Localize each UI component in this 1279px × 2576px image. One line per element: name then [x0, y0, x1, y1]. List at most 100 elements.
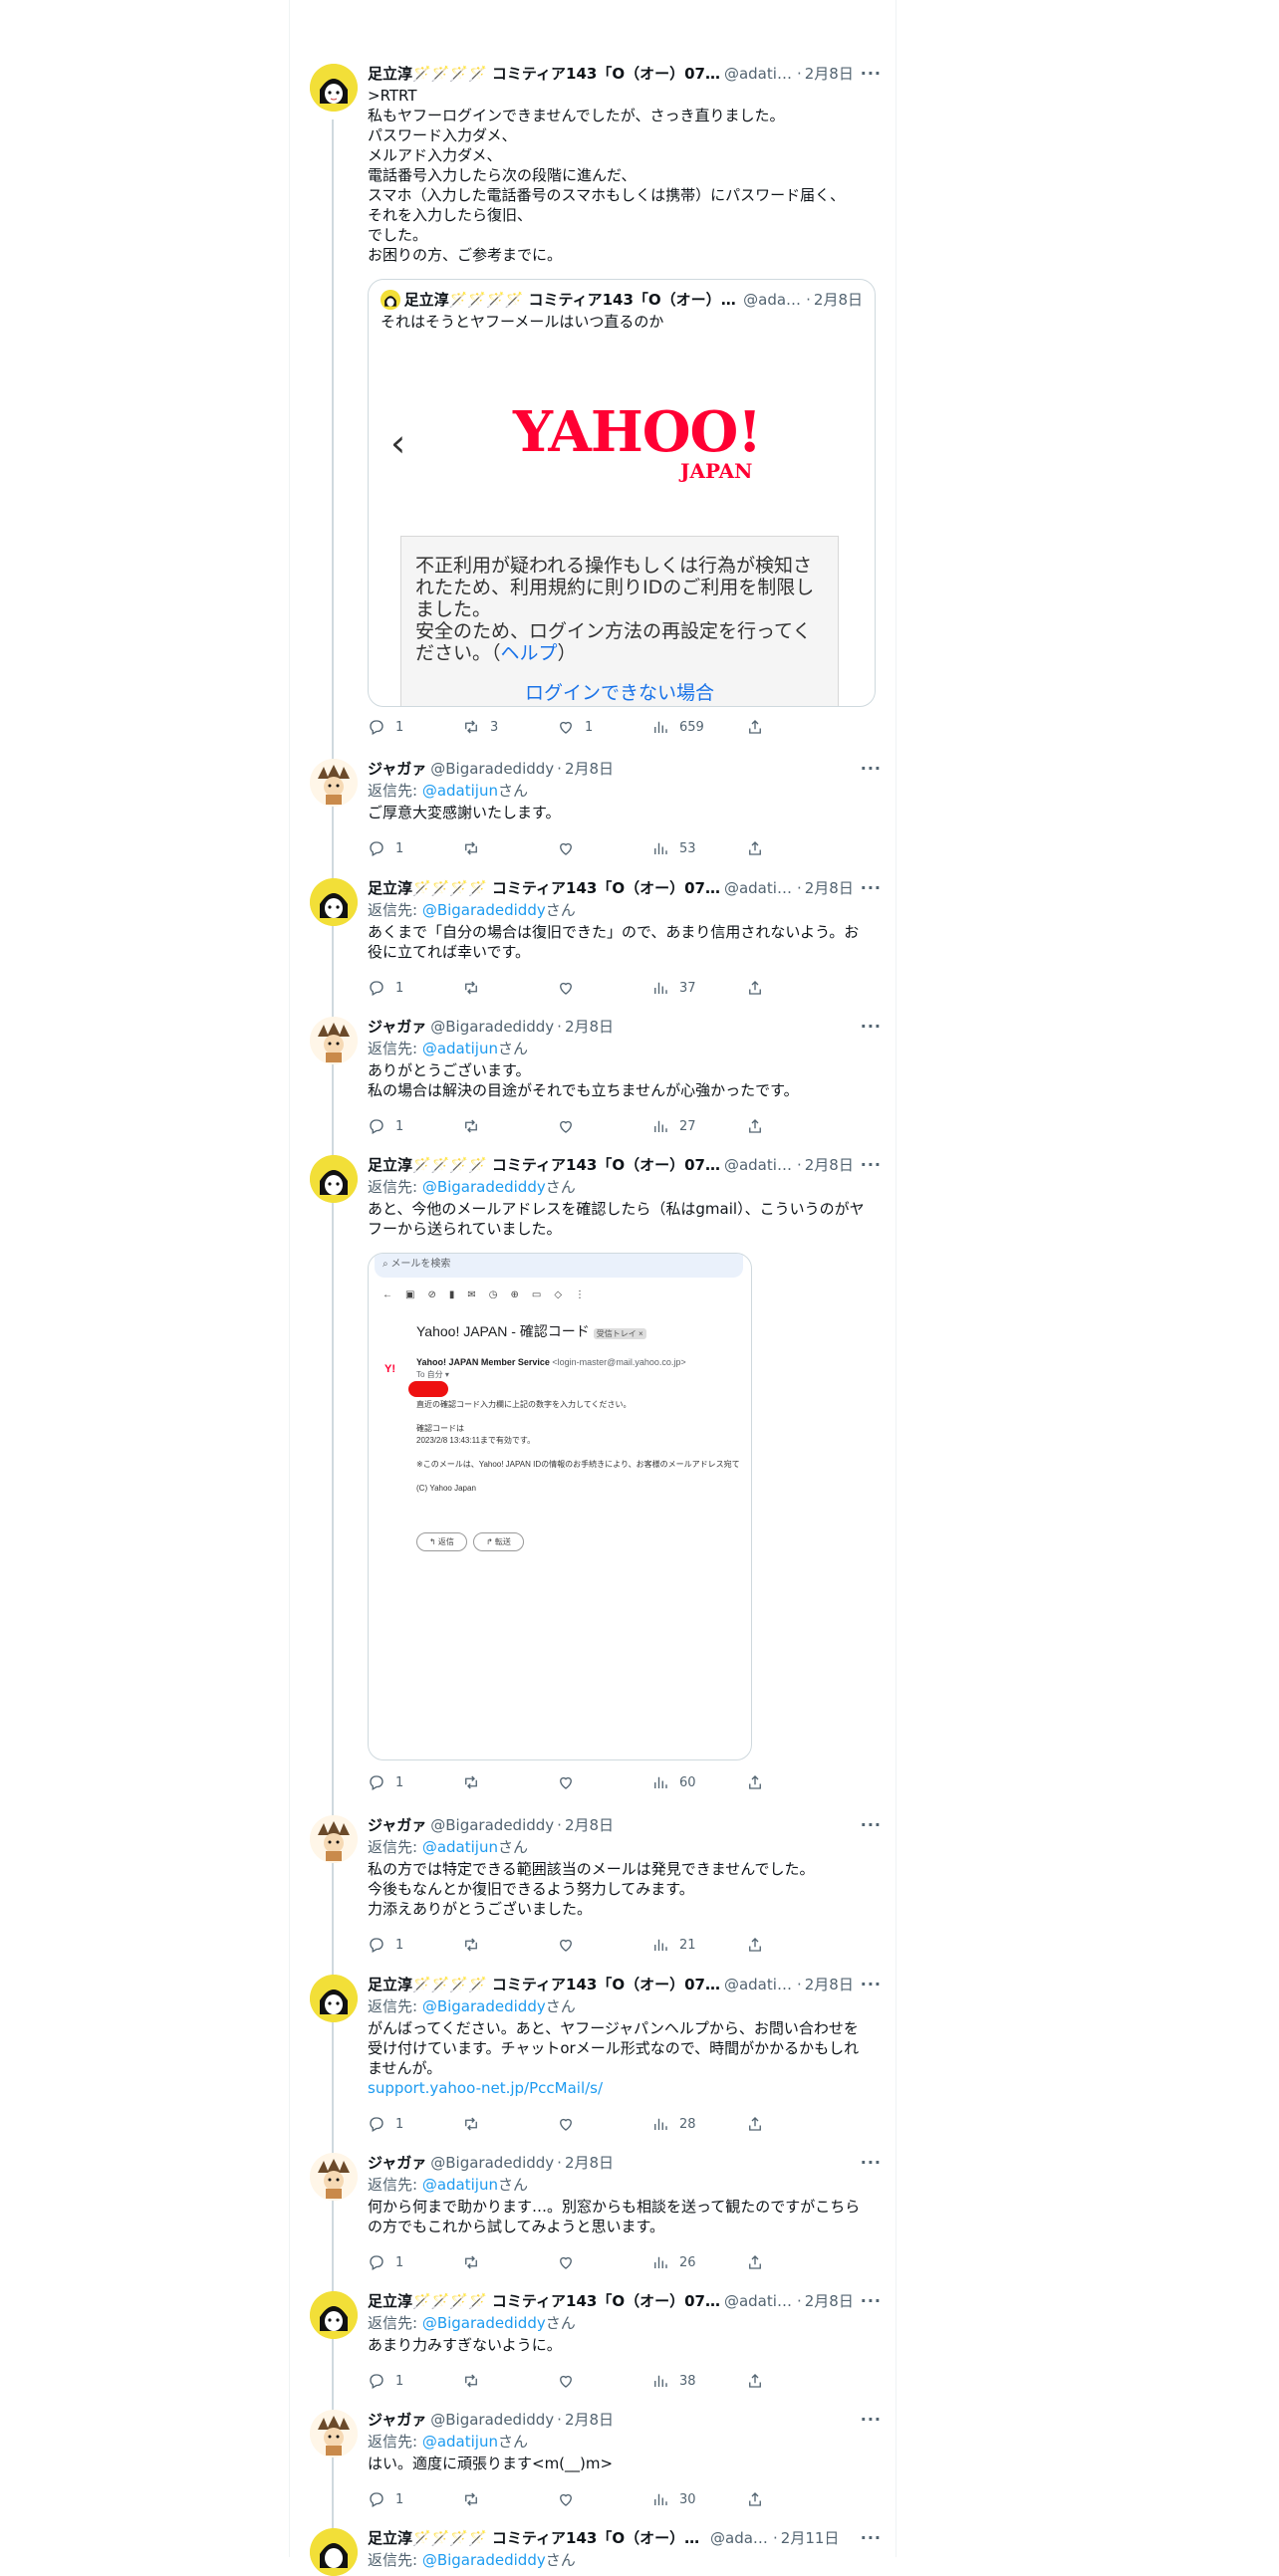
- share-button[interactable]: [746, 2252, 774, 2272]
- views-button[interactable]: 28: [651, 2114, 746, 2134]
- user-handle[interactable]: @Bigaradediddy: [430, 1017, 554, 1037]
- display-name[interactable]: 足立淳🪄🪄🪄🪄 コミティア143「O（オー）07…: [368, 878, 720, 898]
- display-name[interactable]: 足立淳🪄🪄🪄🪄 コミティア143「O（オー）07…: [368, 1975, 720, 1994]
- reply-button[interactable]: 1: [368, 2252, 462, 2272]
- more-icon[interactable]: ···: [861, 64, 882, 83]
- like-button[interactable]: [557, 838, 651, 858]
- tweet-date[interactable]: 2月8日: [805, 64, 854, 84]
- reply-to-mention[interactable]: @adatijun: [422, 1040, 498, 1057]
- tweet-date[interactable]: 2月8日: [565, 759, 614, 779]
- like-button[interactable]: 1: [557, 717, 651, 737]
- display-name[interactable]: ジャガァ: [368, 2153, 426, 2173]
- like-button[interactable]: [557, 978, 651, 998]
- retweet-button[interactable]: [462, 2489, 557, 2509]
- share-button[interactable]: [746, 1935, 774, 1955]
- share-button[interactable]: [746, 2114, 774, 2134]
- display-name[interactable]: ジャガァ: [368, 1815, 426, 1835]
- user-handle[interactable]: @Bigaradediddy: [430, 759, 554, 779]
- views-button[interactable]: 21: [651, 1935, 746, 1955]
- tweet-date[interactable]: 2月8日: [565, 2410, 614, 2430]
- user-handle[interactable]: @adatij…: [724, 878, 794, 898]
- views-button[interactable]: 53: [651, 838, 746, 858]
- tweet-date[interactable]: 2月8日: [805, 1155, 854, 1175]
- avatar[interactable]: [310, 2153, 358, 2201]
- user-handle[interactable]: @adatij…: [724, 1155, 794, 1175]
- like-button[interactable]: [557, 1772, 651, 1792]
- like-button[interactable]: [557, 2371, 651, 2391]
- like-button[interactable]: [557, 1116, 651, 1136]
- display-name[interactable]: ジャガァ: [368, 2410, 426, 2430]
- share-button[interactable]: [746, 978, 774, 998]
- quoted-tweet[interactable]: 足立淳🪄🪄🪄🪄 コミティア143「O（オー）0… @adati… · 2月8日 …: [368, 279, 876, 707]
- display-name[interactable]: ジャガァ: [368, 759, 426, 779]
- more-icon[interactable]: ···: [861, 878, 882, 897]
- views-button[interactable]: 26: [651, 2252, 746, 2272]
- reply-button[interactable]: 1: [368, 1116, 462, 1136]
- retweet-button[interactable]: [462, 2252, 557, 2272]
- reply-to-mention[interactable]: @adatijun: [422, 782, 498, 800]
- retweet-button[interactable]: [462, 838, 557, 858]
- more-icon[interactable]: ···: [861, 1815, 882, 1834]
- tweet-date[interactable]: 2月8日: [805, 2291, 854, 2311]
- views-button[interactable]: 659: [651, 717, 746, 737]
- like-button[interactable]: [557, 2489, 651, 2509]
- more-icon[interactable]: ···: [861, 1975, 882, 1993]
- retweet-button[interactable]: [462, 1116, 557, 1136]
- avatar[interactable]: [310, 759, 358, 807]
- views-button[interactable]: 60: [651, 1772, 746, 1792]
- display-name[interactable]: 足立淳🪄🪄🪄🪄 コミティア143「O（オー）0…: [368, 2528, 706, 2548]
- share-button[interactable]: [746, 2371, 774, 2391]
- avatar[interactable]: [310, 2291, 358, 2339]
- reply-to-mention[interactable]: @Bigaradediddy: [422, 901, 546, 919]
- reply-button[interactable]: 1: [368, 2371, 462, 2391]
- views-button[interactable]: 27: [651, 1116, 746, 1136]
- display-name[interactable]: 足立淳🪄🪄🪄🪄 コミティア143「O（オー）07…: [368, 1155, 720, 1175]
- reply-button[interactable]: 1: [368, 838, 462, 858]
- avatar[interactable]: [310, 1155, 358, 1203]
- tweet-date[interactable]: 2月8日: [565, 1017, 614, 1037]
- reply-to-mention[interactable]: @Bigaradediddy: [422, 2551, 546, 2569]
- more-icon[interactable]: ···: [861, 2410, 882, 2429]
- avatar[interactable]: [310, 1017, 358, 1064]
- more-icon[interactable]: ···: [861, 1155, 882, 1174]
- user-handle[interactable]: @Bigaradediddy: [430, 2410, 554, 2430]
- more-icon[interactable]: ···: [861, 2291, 882, 2310]
- tweet-date[interactable]: 2月8日: [565, 2153, 614, 2173]
- views-button[interactable]: 37: [651, 978, 746, 998]
- reply-to-mention[interactable]: @adatijun: [422, 1838, 498, 1856]
- share-button[interactable]: [746, 1772, 774, 1792]
- avatar[interactable]: [310, 64, 358, 112]
- tweet-date[interactable]: 2月11日: [781, 2528, 840, 2548]
- retweet-button[interactable]: [462, 978, 557, 998]
- like-button[interactable]: [557, 2114, 651, 2134]
- user-handle[interactable]: @adatij…: [724, 2291, 794, 2311]
- user-handle[interactable]: @adatij…: [724, 64, 794, 84]
- retweet-button[interactable]: [462, 1772, 557, 1792]
- user-handle[interactable]: @Bigaradediddy: [430, 1815, 554, 1835]
- user-handle[interactable]: @Bigaradediddy: [430, 2153, 554, 2173]
- tweet-date[interactable]: 2月8日: [565, 1815, 614, 1835]
- reply-to-mention[interactable]: @Bigaradediddy: [422, 1178, 546, 1196]
- reply-to-mention[interactable]: @Bigaradediddy: [422, 1997, 546, 2015]
- retweet-button[interactable]: [462, 1935, 557, 1955]
- share-button[interactable]: [746, 838, 774, 858]
- views-button[interactable]: 30: [651, 2489, 746, 2509]
- avatar[interactable]: [310, 2410, 358, 2458]
- more-icon[interactable]: ···: [861, 2528, 882, 2547]
- avatar[interactable]: [310, 1975, 358, 2022]
- reply-button[interactable]: 1: [368, 1935, 462, 1955]
- reply-button[interactable]: 1: [368, 2489, 462, 2509]
- reply-to-mention[interactable]: @Bigaradediddy: [422, 2314, 546, 2332]
- share-button[interactable]: [746, 2489, 774, 2509]
- retweet-button[interactable]: [462, 2114, 557, 2134]
- attached-gmail-screenshot[interactable]: ⌕ メールを検索 ← ▣ ⊘ ▮ ✉ ◷ ⊕ ▭ ◇ ⋮ Yahoo! JAPAN - 確認コード…: [368, 1253, 752, 1760]
- retweet-button[interactable]: [462, 2371, 557, 2391]
- reply-button[interactable]: 1: [368, 978, 462, 998]
- more-icon[interactable]: ···: [861, 1017, 882, 1036]
- more-icon[interactable]: ···: [861, 2153, 882, 2172]
- views-button[interactable]: 38: [651, 2371, 746, 2391]
- reply-button[interactable]: 1: [368, 2114, 462, 2134]
- display-name[interactable]: ジャガァ: [368, 1017, 426, 1037]
- support-link[interactable]: support.yahoo-net.jp/PccMail/s/: [368, 2078, 882, 2098]
- display-name[interactable]: 足立淳🪄🪄🪄🪄 コミティア143「O（オー）07…: [368, 2291, 720, 2311]
